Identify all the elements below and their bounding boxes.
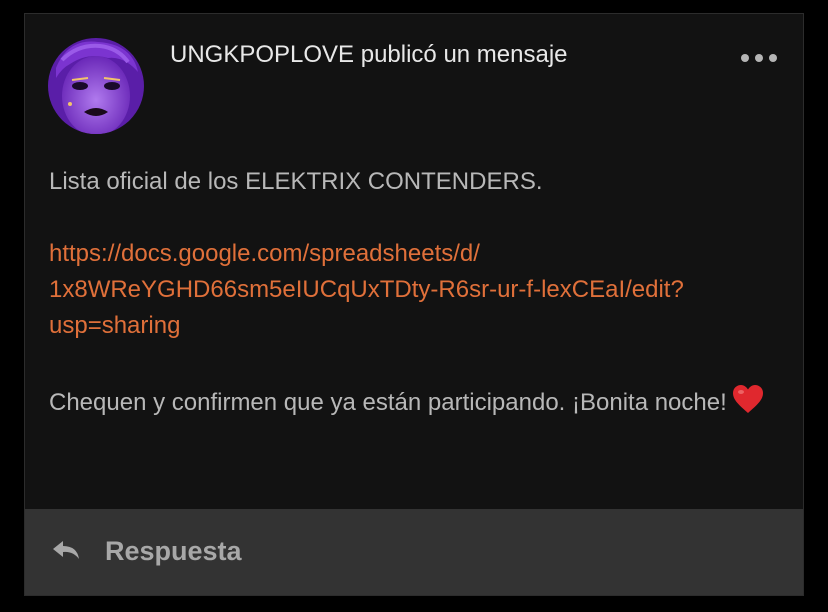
- user-avatar[interactable]: [48, 38, 144, 134]
- avatar-image: [48, 38, 144, 134]
- reply-bar[interactable]: Respuesta: [25, 509, 803, 595]
- more-horizontal-icon: [741, 54, 777, 62]
- post-closing-text: Chequen y confirmen que ya están partici…: [49, 380, 769, 431]
- spreadsheet-link[interactable]: https://docs.google.com/spreadsheets/d/ …: [49, 236, 769, 344]
- reply-label: Respuesta: [105, 536, 242, 566]
- post-header: UNGKPOPLOVE publicó un mensaje: [170, 41, 568, 68]
- reply-arrow-icon: [51, 539, 81, 561]
- more-options-button[interactable]: [737, 48, 781, 68]
- post-intro-text: Lista oficial de los ELEKTRIX CONTENDERS…: [49, 168, 543, 195]
- closing-text: Chequen y confirmen que ya están partici…: [49, 389, 727, 416]
- message-card: UNGKPOPLOVE publicó un mensaje Lista ofi…: [24, 13, 804, 596]
- red-heart-icon: [731, 383, 765, 431]
- post-body: Lista oficial de los ELEKTRIX CONTENDERS…: [49, 164, 769, 431]
